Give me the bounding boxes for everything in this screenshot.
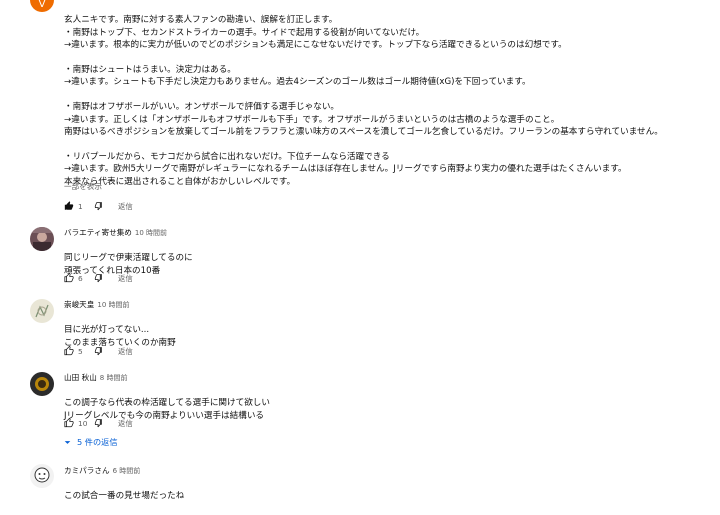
comment-actions: 10 返信 [64,417,133,429]
like-count: 5 [78,346,83,356]
show-less-link[interactable]: 一部を表示 [64,181,102,192]
avatar[interactable] [30,464,54,488]
avatar-image [35,304,49,318]
comment-actions: 1 返信 [64,200,133,212]
reply-button[interactable]: 返信 [118,273,133,284]
comment-timestamp[interactable]: 10 時間前 [135,229,167,237]
comment-header: バラエティ寄せ集め 10 時間前 [64,228,167,238]
thumbs-down-icon[interactable] [94,273,104,283]
comment-author[interactable]: 崇峻天皇 [64,300,94,309]
avatar-initial: V [38,0,46,10]
replies-count-label: 5 件の返信 [77,437,118,447]
comment-timestamp[interactable]: 10 時間前 [97,301,129,309]
comment-header: 崇峻天皇 10 時間前 [64,300,130,310]
reply-button[interactable]: 返信 [118,346,133,357]
like-count: 1 [78,201,83,211]
comment-timestamp[interactable]: 8 時間前 [100,374,128,382]
comment-header: 山田 秋山 8 時間前 [64,373,127,383]
comment-author[interactable]: 山田 秋山 [64,373,97,382]
thumbs-up-icon[interactable] [64,273,74,283]
thumbs-down-icon[interactable] [94,346,104,356]
thumbs-down-icon[interactable] [94,418,104,428]
avatar-image [35,377,49,391]
thumbs-up-icon[interactable] [64,418,74,428]
comment-timestamp[interactable]: 6 時間前 [113,467,141,475]
reply-button[interactable]: 返信 [118,418,133,429]
reply-button[interactable]: 返信 [118,201,133,212]
like-count: 6 [78,273,83,283]
comment-header: カミパラさん 6 時間前 [64,466,140,476]
avatar[interactable] [30,227,54,251]
chevron-down-icon [64,440,71,444]
comment-author[interactable]: カミパラさん [64,466,110,475]
avatar-image [34,467,50,483]
avatar-image [30,227,54,251]
thumbs-up-icon[interactable] [64,201,74,211]
avatar[interactable] [30,299,54,323]
comment-text: 玄人ニキです。南野に対する素人ファンの勘違い、誤解を訂正します。 ・南野はトップ下… [64,15,663,187]
comment-text: この試合一番の見せ場だったね [64,491,185,502]
comment-actions: 6 返信 [64,272,133,284]
comment-actions: 5 返信 [64,345,133,357]
like-count: 10 [78,418,88,428]
avatar[interactable] [30,372,54,396]
view-replies-button[interactable]: 5 件の返信 [64,436,118,448]
thumbs-up-icon[interactable] [64,346,74,356]
thumbs-down-icon[interactable] [94,201,104,211]
comment-author[interactable]: バラエティ寄せ集め [64,228,132,237]
avatar[interactable]: V [30,0,54,12]
